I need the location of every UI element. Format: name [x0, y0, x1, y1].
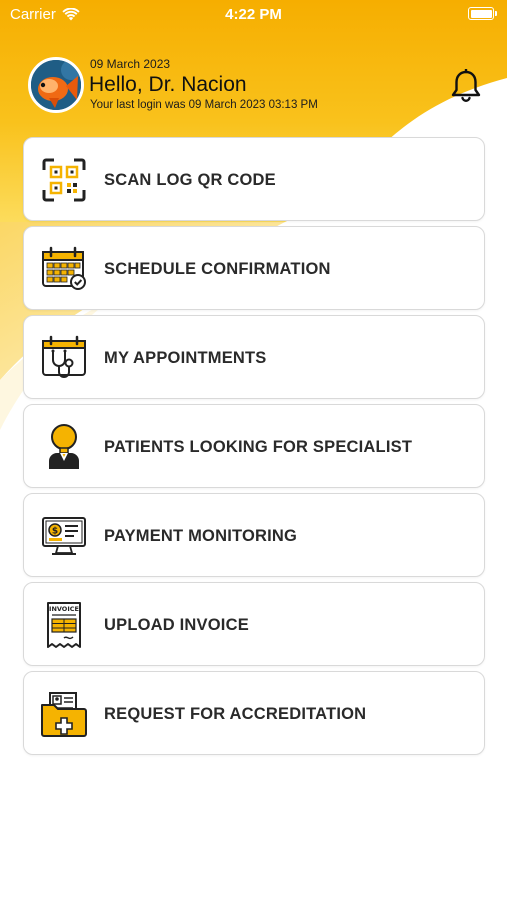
status-bar: Carrier 4:22 PM	[0, 0, 507, 30]
menu-label: REQUEST FOR ACCREDITATION	[104, 704, 367, 723]
doctor-icon	[49, 424, 79, 469]
header-date: 09 March 2023	[90, 57, 171, 71]
menu-label: PATIENTS LOOKING FOR SPECIALIST	[104, 437, 413, 456]
menu-label: MY APPOINTMENTS	[104, 348, 267, 367]
avatar[interactable]	[28, 57, 84, 113]
bell-icon[interactable]	[450, 69, 482, 103]
greeting-text: Hello, Dr. Nacion	[89, 73, 247, 96]
menu-label: PAYMENT MONITORING	[104, 526, 298, 545]
battery-icon	[468, 7, 497, 20]
menu-item-schedule-confirmation[interactable]: SCHEDULE CONFIRMATION	[23, 226, 485, 310]
svg-text:INVOICE: INVOICE	[49, 605, 79, 613]
calendar-stethoscope-icon	[42, 335, 86, 378]
monitor-payment-icon: $	[42, 517, 86, 555]
main-menu: SCAN LOG QR CODE SCHEDULE CONFIRMATION M…	[23, 137, 485, 760]
status-time: 4:22 PM	[225, 6, 282, 23]
menu-item-upload-invoice[interactable]: INVOICE UPLOAD INVOICE	[23, 582, 485, 666]
menu-item-request-for-accreditation[interactable]: REQUEST FOR ACCREDITATION	[23, 671, 485, 755]
menu-label: SCAN LOG QR CODE	[104, 170, 276, 189]
goldfish-photo-icon	[31, 60, 81, 110]
calendar-check-icon	[42, 246, 86, 290]
user-header: 09 March 2023 Hello, Dr. Nacion Your las…	[0, 54, 507, 120]
svg-text:$: $	[52, 527, 58, 537]
last-login-text: Your last login was 09 March 2023 03:13 …	[90, 99, 318, 111]
menu-item-payment-monitoring[interactable]: $ PAYMENT MONITORING	[23, 493, 485, 577]
invoice-icon: INVOICE	[47, 602, 81, 648]
menu-item-patients-looking-for-specialist[interactable]: PATIENTS LOOKING FOR SPECIALIST	[23, 404, 485, 488]
menu-item-my-appointments[interactable]: MY APPOINTMENTS	[23, 315, 485, 399]
medical-folder-icon	[41, 692, 87, 737]
menu-label: SCHEDULE CONFIRMATION	[104, 259, 331, 278]
menu-label: UPLOAD INVOICE	[104, 615, 249, 634]
menu-item-scan-log-qr-code[interactable]: SCAN LOG QR CODE	[23, 137, 485, 221]
qr-code-icon	[42, 158, 86, 202]
